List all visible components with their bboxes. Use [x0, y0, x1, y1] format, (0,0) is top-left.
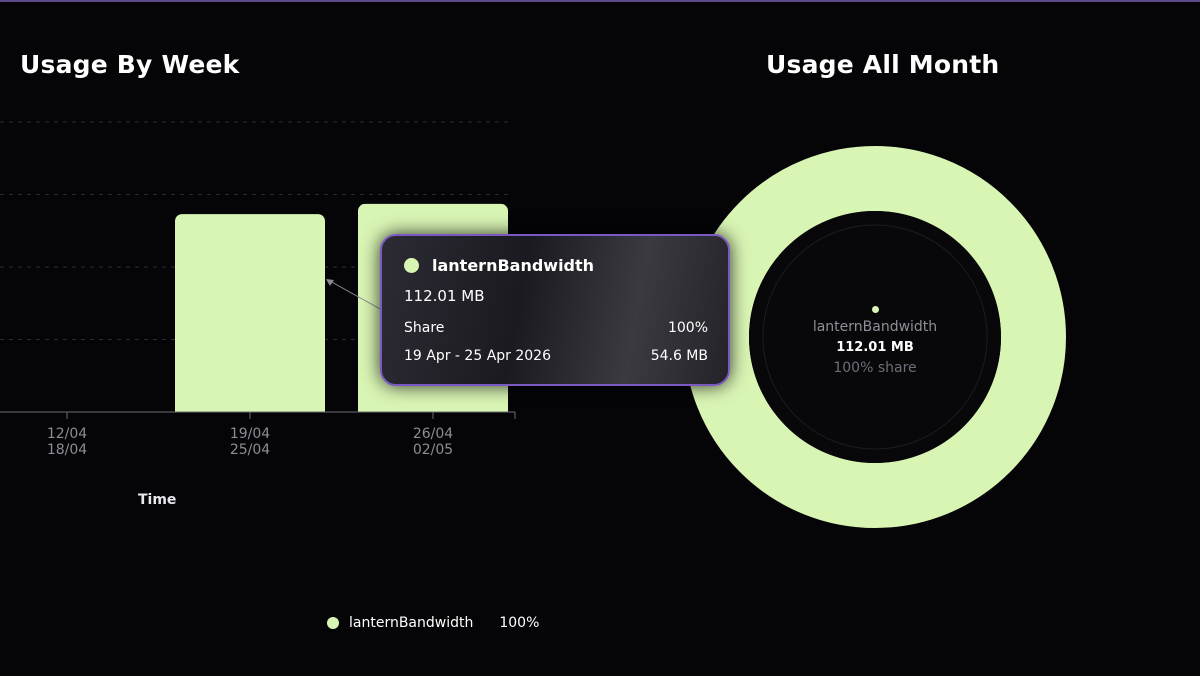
tooltip-share-label: Share: [404, 320, 445, 336]
donut-center-dot: [871, 306, 879, 313]
x-tick-label-start: 19/04: [230, 426, 270, 442]
bar-base: [175, 404, 325, 412]
tooltip-total: 112.01 MB: [404, 287, 485, 305]
donut-center-series: lanternBandwidth: [812, 319, 938, 335]
x-tick-label-end: 18/04: [47, 442, 87, 458]
donut-center-value: 112.01 MB: [836, 340, 914, 355]
tooltip-share-value: 100%: [667, 320, 708, 336]
top-divider: [0, 0, 1200, 2]
chart-tooltip: lanternBandwidth 112.01 MB Share 100% 19…: [380, 234, 730, 386]
donut-center-share: 100% share: [833, 360, 917, 376]
x-tick-label-start: 26/04: [413, 426, 453, 442]
legend-series-name: lanternBandwidth: [349, 615, 474, 631]
tooltip-period-value: 54.6 MB: [650, 348, 708, 364]
week-chart-title: Usage By Week: [20, 50, 240, 79]
chart-legend[interactable]: lanternBandwidth 100%: [327, 615, 539, 631]
tooltip-swatch: [404, 258, 419, 273]
usage-dashboard: Usage By Week Usage All Month 12/04 18/04…: [0, 0, 1200, 676]
tooltip-period-label: 19 Apr - 25 Apr 2026: [404, 348, 551, 364]
x-tick-label-start: 12/04: [47, 426, 87, 442]
month-chart-title: Usage All Month: [766, 50, 1000, 79]
legend-swatch: [327, 617, 339, 629]
bar-base: [358, 404, 508, 412]
x-axis-label: Time: [138, 492, 177, 508]
x-tick-label-end: 02/05: [413, 442, 453, 458]
tooltip-series-name: lanternBandwidth: [432, 256, 595, 275]
x-tick-label-end: 25/04: [230, 442, 270, 458]
legend-series-share: 100%: [499, 615, 540, 631]
donut-center-label: lanternBandwidth 112.01 MB 100% share: [740, 306, 1010, 376]
bar-19-04[interactable]: [175, 214, 325, 412]
